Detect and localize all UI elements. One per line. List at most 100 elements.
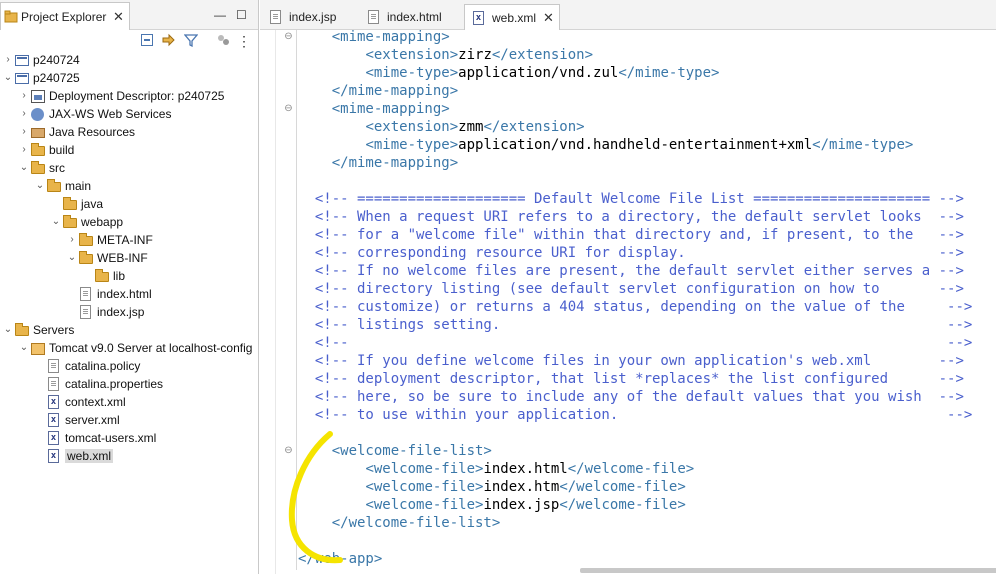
filter-icon[interactable] [183,33,199,49]
tab-project-explorer[interactable]: Project Explorer ✕ [0,2,130,30]
xml-text: index.jsp [483,497,560,513]
tree-item[interactable]: › Deployment Descriptor: p240725 [18,87,224,105]
tree-item-label: Deployment Descriptor: p240725 [49,89,225,103]
code-line: <mime-type>application/vnd.handheld-ente… [298,136,913,154]
code-line: <mime-mapping> [298,28,450,46]
link-with-editor-icon[interactable] [161,33,177,49]
close-icon[interactable]: ✕ [113,9,124,25]
expanded-arrow-icon[interactable]: ⌄ [18,339,30,357]
collapsed-arrow-icon[interactable]: › [2,51,14,69]
xml-tag: </extension> [491,47,594,63]
tree-item[interactable]: ⌄ Servers [2,321,74,339]
xml-tag: <mime-type> [365,137,459,153]
xml-text: index.html [483,461,568,477]
tree-item[interactable]: › Java Resources [18,123,135,141]
view-menu-icon[interactable]: ⋮ [236,33,252,49]
horizontal-scrollbar[interactable] [580,568,996,573]
fold-toggle-icon[interactable]: ⊖ [284,104,293,114]
tree-item[interactable]: x tomcat-users.xml [34,429,156,447]
collapsed-arrow-icon[interactable]: › [18,105,30,123]
collapsed-arrow-icon[interactable]: › [18,141,30,159]
code-editor[interactable]: ⊖ <mime-mapping> <extension>zirz</extens… [260,0,996,574]
xml-tag: </mime-type> [618,65,720,81]
tree-item[interactable]: index.jsp [66,303,144,321]
xml-tag: <mime-mapping> [331,101,450,117]
tree-item[interactable]: › p240724 [2,51,79,69]
server-folder-icon [30,340,46,356]
xml-comment: <!-- to use within your application. --> [314,407,973,423]
tree-item[interactable]: ⌄ Tomcat v9.0 Server at localhost-config [18,339,252,357]
collapsed-arrow-icon[interactable]: › [18,87,30,105]
expanded-arrow-icon[interactable]: ⌄ [66,249,78,267]
project-explorer-panel: Project Explorer ✕ — ☐ ⋮ › p240724 ⌄ p24072… [0,0,259,574]
code-line: <!-- deployment descriptor, that list *r… [298,370,964,388]
fold-toggle-icon[interactable]: ⊖ [284,446,293,456]
tree-item-label: Tomcat v9.0 Server at localhost-config [49,341,253,355]
tree-item[interactable]: x server.xml [34,411,120,429]
minimize-icon[interactable]: — [214,8,226,22]
xml-tag: </welcome-file> [559,497,686,513]
tree-item[interactable]: x web.xml [34,447,114,465]
file-icon [78,304,94,320]
maximize-icon[interactable]: ☐ [236,8,247,22]
xml-tag: <welcome-file> [365,461,484,477]
tree-item-label: lib [113,269,126,283]
tree-item[interactable]: catalina.policy [34,357,140,375]
tree-item[interactable]: ⌄ p240725 [2,69,80,87]
tree-item[interactable]: lib [82,267,125,285]
code-line: <welcome-file>index.html</welcome-file> [298,460,694,478]
collapsed-arrow-icon[interactable]: › [66,231,78,249]
expanded-arrow-icon[interactable]: ⌄ [34,177,46,195]
expanded-arrow-icon[interactable]: ⌄ [50,213,62,231]
tree-item[interactable]: catalina.properties [34,375,163,393]
code-line: <welcome-file-list> [298,442,492,460]
xml-tag: </welcome-file-list> [331,515,501,531]
code-line: </web-app> [298,550,382,568]
tree-item-label: WEB-INF [97,251,148,265]
xml-text: zmm [458,119,484,135]
code-line: <!-- for a "welcome file" within that di… [298,226,964,244]
tree-item[interactable]: index.html [66,285,152,303]
tree-item-label: Servers [33,323,75,337]
tree-item[interactable]: ⌄ webapp [50,213,123,231]
tree-item[interactable]: › build [18,141,74,159]
xml-tag: </welcome-file> [559,479,686,495]
code-line: <!-- If you define welcome files in your… [298,352,964,370]
code-line: <!-- directory listing (see default serv… [298,280,964,298]
tree-item[interactable]: › META-INF [66,231,153,249]
code-line: <mime-mapping> [298,100,450,118]
tree-item[interactable]: ⌄ src [18,159,65,177]
collapsed-arrow-icon[interactable]: › [18,123,30,141]
tree-item[interactable]: x context.xml [34,393,126,411]
tree-item[interactable]: › JAX-WS Web Services [18,105,171,123]
tree-item[interactable]: ⌄ WEB-INF [66,249,148,267]
tree-item[interactable]: java [50,195,103,213]
tree-item-label: index.jsp [97,305,145,319]
deployment-descriptor-icon [30,88,46,104]
tree-item[interactable]: ⌄ main [34,177,91,195]
folder-icon [62,196,78,212]
code-line: <!-- to use within your application. --> [298,406,972,424]
editor-area: index.jsp index.html x web.xml ✕ ⊖ <mime… [260,0,996,574]
expanded-arrow-icon[interactable]: ⌄ [18,159,30,177]
file-icon [46,358,62,374]
collapse-all-icon[interactable] [139,33,155,49]
tree-item-label: web.xml [65,449,114,463]
focus-icon[interactable] [215,33,231,49]
tree-item-label: catalina.policy [65,359,141,373]
expanded-arrow-icon[interactable]: ⌄ [2,321,14,339]
project-explorer-icon [4,10,18,27]
expanded-arrow-icon[interactable]: ⌄ [2,69,14,87]
fold-toggle-icon[interactable]: ⊖ [284,32,293,42]
